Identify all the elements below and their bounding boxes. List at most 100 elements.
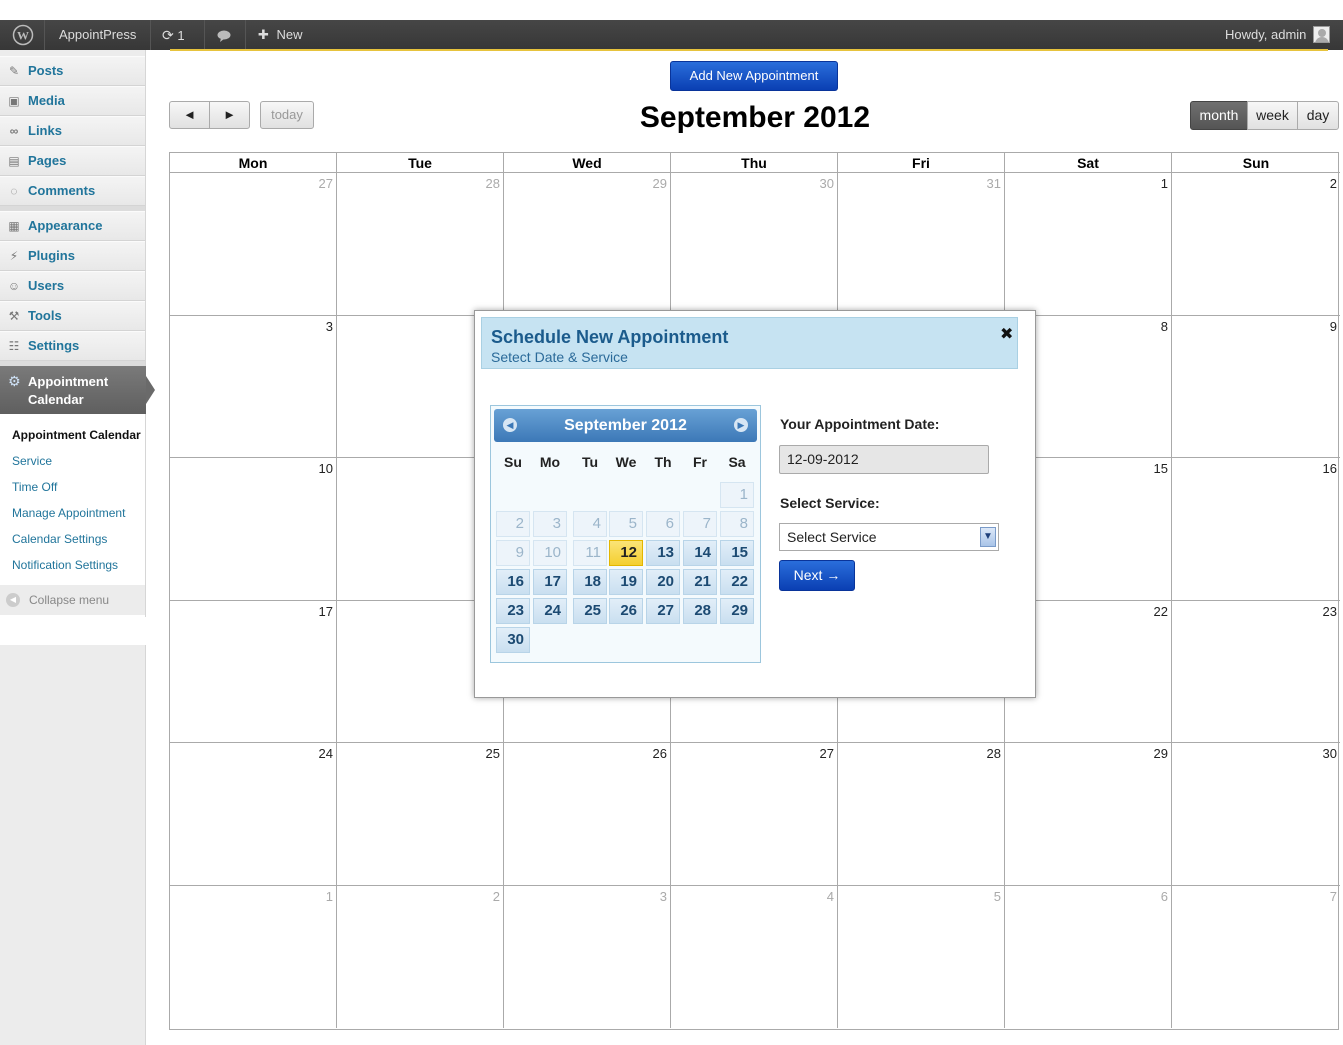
datepicker-day: 10 [533,540,567,566]
day-number: 1 [1160,176,1168,191]
collapse-menu[interactable]: ◀ Collapse menu [0,585,145,615]
submenu-time-off[interactable]: Time Off [12,480,57,494]
datepicker-day[interactable]: 24 [533,598,567,624]
calendar-day-cell[interactable]: 6 [1005,885,1172,1028]
datepicker-day[interactable]: 20 [646,569,680,595]
admin-sidebar: ✎ Posts ▣ Media ∞ Links ▤ Pages ◌ Commen… [0,50,155,1045]
collapse-label: Collapse menu [29,593,110,607]
submenu-appointment-calendar[interactable]: Appointment Calendar [12,428,141,442]
appearance-icon: ▦ [8,219,20,233]
updates-link[interactable]: ⟳ 1 [162,20,185,50]
calendar-day-cell[interactable]: 26 [504,743,671,886]
day-number: 17 [318,603,333,619]
view-day-button[interactable]: day [1297,101,1339,130]
datepicker-day[interactable]: 14 [683,540,717,566]
sidebar-item-users[interactable]: ☺ Users [0,271,145,301]
calendar-day-cell[interactable]: 25 [337,743,504,886]
calendar-day-cell[interactable]: 28 [337,173,504,316]
submenu-service[interactable]: Service [12,454,52,468]
datepicker-day[interactable]: 22 [720,569,754,595]
datepicker-day[interactable]: 19 [609,569,643,595]
new-content-link[interactable]: ✚ New [258,20,303,50]
calendar-day-cell[interactable]: 29 [504,173,671,316]
calendar-day-cell[interactable]: 29 [1005,743,1172,886]
appointment-date-input[interactable]: 12-09-2012 [779,445,989,474]
site-name-link[interactable]: AppointPress [59,20,136,50]
calendar-day-cell[interactable]: 3 [170,315,337,458]
calendar-day-cell[interactable]: 9 [1172,316,1340,458]
datepicker-day[interactable]: 17 [533,569,567,595]
datepicker-day[interactable]: 12 [609,540,643,566]
calendar-title: September 2012 [639,101,871,134]
datepicker-day[interactable]: 16 [496,569,530,595]
prev-month-icon[interactable]: ◀ [503,418,517,432]
sidebar-item-comments[interactable]: ◌ Comments [0,176,145,206]
calendar-day-cell[interactable]: 30 [1172,743,1340,886]
datepicker-day[interactable]: 15 [720,540,754,566]
sidebar-item-plugins[interactable]: ⚡ Plugins [0,241,145,271]
datepicker-day[interactable]: 30 [496,627,530,653]
wordpress-logo-icon[interactable]: W [12,20,34,50]
weekday-header: Sat [1005,153,1172,173]
calendar-day-cell[interactable]: 7 [1172,886,1340,1029]
calendar-day-cell[interactable]: 27 [671,743,838,886]
day-number: 2 [492,888,500,904]
calendar-day-cell[interactable]: 28 [838,743,1005,886]
add-new-appointment-button[interactable]: Add New Appointment [670,61,838,91]
calendar-day-cell[interactable]: 4 [671,885,838,1028]
day-number: 31 [986,176,1001,191]
sidebar-item-settings[interactable]: ☷ Settings [0,331,145,361]
datepicker-day[interactable]: 28 [683,598,717,624]
next-button[interactable]: Next → [779,560,855,591]
datepicker-day[interactable]: 23 [496,598,530,624]
close-icon[interactable]: ✖ [1000,324,1013,344]
day-number: 15 [1153,461,1168,476]
datepicker-day[interactable]: 21 [683,569,717,595]
calendar-day-cell[interactable]: 16 [1172,458,1340,601]
calendar-day-cell[interactable]: 2 [337,885,504,1028]
day-number: 29 [1153,746,1168,761]
calendar-day-cell[interactable]: 23 [1172,601,1340,743]
calendar-day-cell[interactable]: 1 [170,885,337,1028]
calendar-day-cell[interactable]: 3 [504,885,671,1028]
sidebar-item-links[interactable]: ∞ Links [0,116,145,146]
view-month-button[interactable]: month [1190,101,1248,130]
next-month-icon[interactable]: ▶ [734,418,748,432]
datepicker-day[interactable]: 29 [720,598,754,624]
calendar-day-cell[interactable]: 17 [170,600,337,743]
calendar-day-cell[interactable]: 24 [170,743,337,886]
calendar-day-cell[interactable]: 31 [838,173,1005,316]
submenu-manage-appointment[interactable]: Manage Appointment [12,506,125,520]
comments-link[interactable] [217,20,231,50]
today-button[interactable]: today [260,101,314,129]
sidebar-item-tools[interactable]: ⚒ Tools [0,301,145,331]
datepicker-day[interactable]: 18 [573,569,607,595]
my-account-link[interactable]: Howdy, admin [1225,20,1306,50]
datepicker-day: 2 [496,511,530,537]
sidebar-item-media[interactable]: ▣ Media [0,86,145,116]
dialog-subtitle: Setect Date & Service [491,349,628,365]
calendar-day-cell[interactable]: 10 [170,458,337,601]
sidebar-item-posts[interactable]: ✎ Posts [0,56,145,86]
datepicker-day[interactable]: 25 [573,598,607,624]
calendar-day-cell[interactable]: 27 [170,173,337,316]
calendar-day-cell[interactable]: 30 [671,173,838,316]
submenu-notification-settings[interactable]: Notification Settings [12,558,118,572]
service-select[interactable]: Select Service ▼ [779,523,999,551]
datepicker-weekday: Fr [693,454,707,470]
sidebar-item-pages[interactable]: ▤ Pages [0,146,145,176]
day-number: 6 [1160,888,1168,904]
calendar-day-cell[interactable]: 2 [1172,173,1340,316]
calendar-day-cell[interactable]: 5 [838,885,1005,1028]
submenu-calendar-settings[interactable]: Calendar Settings [12,532,107,546]
datepicker-day[interactable]: 27 [646,598,680,624]
calendar-day-cell[interactable]: 1 [1005,173,1172,316]
view-week-button[interactable]: week [1247,101,1298,130]
prev-month-button[interactable]: ◄ [169,101,210,129]
avatar-icon[interactable] [1313,20,1330,50]
datepicker-day[interactable]: 13 [646,540,680,566]
next-month-button[interactable]: ► [209,101,250,129]
datepicker-day[interactable]: 26 [609,598,643,624]
sidebar-item-appointment-calendar[interactable]: ⚙ Appointment Calendar [0,366,155,414]
sidebar-item-appearance[interactable]: ▦ Appearance [0,211,145,241]
